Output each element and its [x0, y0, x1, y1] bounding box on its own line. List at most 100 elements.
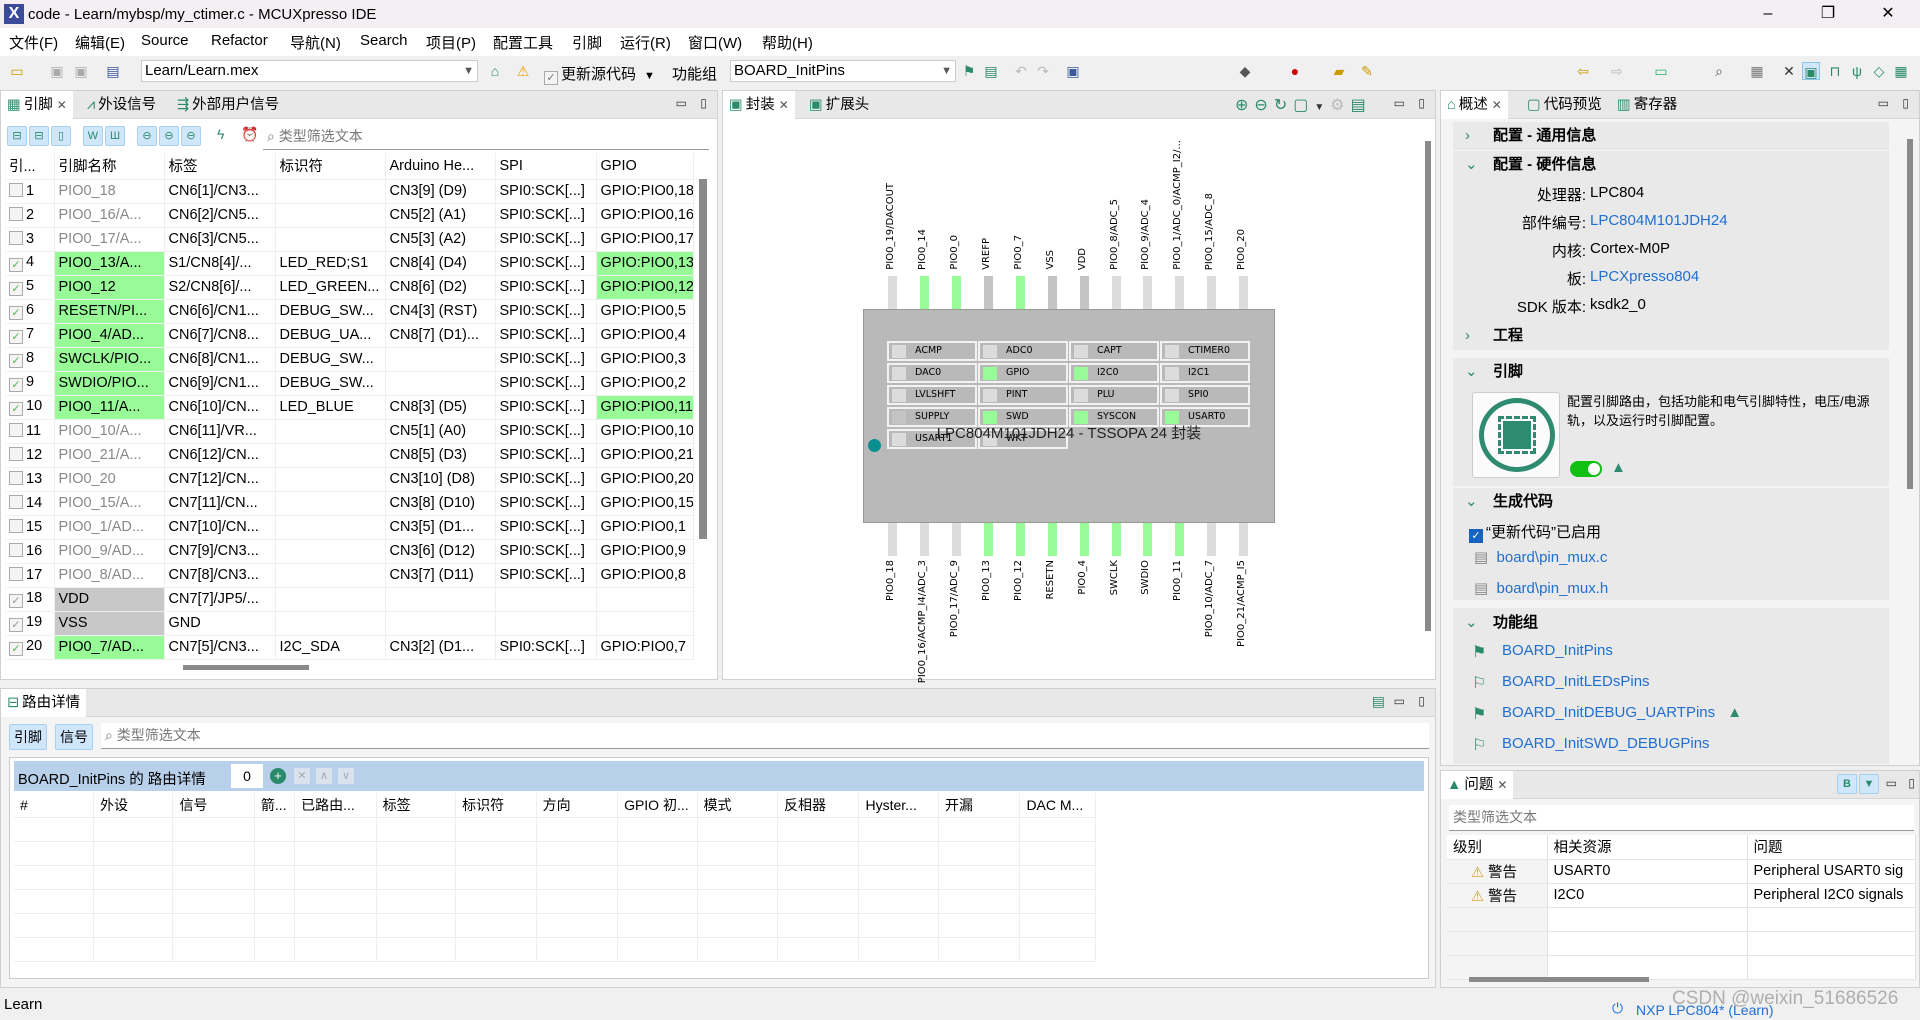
- pin-gpio[interactable]: GPIO:PIO0,20: [596, 467, 694, 492]
- pin-checkbox[interactable]: [9, 447, 23, 461]
- undo-icon[interactable]: ↶: [1012, 62, 1030, 80]
- menu-project[interactable]: 项目(P): [426, 32, 476, 53]
- open-icon[interactable]: ▰: [1330, 62, 1348, 80]
- peripheral-lvlshft[interactable]: LVLSHFT: [887, 385, 977, 405]
- filter-icon[interactable]: ▼: [1859, 774, 1879, 794]
- table-row[interactable]: 15 PIO0_1/AD... CN7[10]/CN... CN3[5] (D1...…: [5, 515, 694, 540]
- menu-pins[interactable]: 引脚: [572, 32, 602, 53]
- route-out-icon[interactable]: ⊖: [159, 126, 179, 146]
- move-up-icon[interactable]: ∧: [316, 768, 332, 784]
- hardware-value[interactable]: LPCXpresso804: [1590, 268, 1699, 285]
- pin-spi[interactable]: SPI0:SCK[...]: [495, 491, 597, 516]
- tab-external-user-signals[interactable]: ⇶ 外部用户信号: [171, 91, 285, 119]
- pin-spi[interactable]: SPI0:SCK[...]: [495, 467, 597, 492]
- table-row[interactable]: ✓ 19 VSS GND: [5, 611, 694, 636]
- pin-arduino[interactable]: [385, 347, 496, 372]
- package-pin[interactable]: [1080, 276, 1089, 309]
- pin-checkbox[interactable]: ✓: [9, 642, 23, 656]
- table-row[interactable]: ✓ 10 PIO0_11/A... CN6[10]/CN... LED_BLUE CN8[…: [5, 395, 694, 420]
- column-header[interactable]: 标签: [376, 793, 457, 818]
- package-pin[interactable]: [1175, 523, 1184, 556]
- tab-peripheral-signals[interactable]: ⩘ 外设信号: [81, 91, 162, 119]
- column-header[interactable]: 标识符: [455, 793, 537, 818]
- table-row[interactable]: ✓ 9 SWDIO/PIO... CN6[9]/CN1... DEBUG_SW... SP…: [5, 371, 694, 396]
- pin-arduino[interactable]: CN3[5] (D1...: [385, 515, 496, 540]
- config-file-combo[interactable]: Learn/Learn.mex ▼: [141, 60, 478, 82]
- menu-refactor[interactable]: Refactor: [211, 32, 268, 49]
- pin-gpio[interactable]: GPIO:PIO0,17: [596, 227, 694, 252]
- menu-search[interactable]: Search: [360, 32, 408, 49]
- pin-gpio[interactable]: [596, 611, 694, 636]
- peripheral-pint[interactable]: PINT: [978, 385, 1068, 405]
- table-row[interactable]: 17 PIO0_8/AD... CN7[8]/CN3... CN3[7] (D11) S…: [5, 563, 694, 588]
- peripheral-dac0[interactable]: DAC0: [887, 363, 977, 383]
- package-pins-icon[interactable]: ▯: [51, 126, 71, 146]
- section-project[interactable]: › 工程: [1453, 322, 1889, 350]
- package-pin[interactable]: [1239, 523, 1248, 556]
- pin-spi[interactable]: SPI0:SCK[...]: [495, 443, 597, 468]
- column-header[interactable]: GPIO 初...: [617, 793, 698, 818]
- pin-gpio[interactable]: GPIO:PIO0,10: [596, 419, 694, 444]
- pin-checkbox[interactable]: [9, 519, 23, 533]
- menu-edit[interactable]: 编辑(E): [75, 32, 125, 53]
- maximize-icon[interactable]: ▯: [1418, 694, 1425, 708]
- column-header[interactable]: 相关资源: [1547, 835, 1748, 860]
- package-pin[interactable]: [1016, 523, 1025, 556]
- pin-gpio[interactable]: GPIO:PIO0,3: [596, 347, 694, 372]
- maximize-icon[interactable]: ▯: [1418, 96, 1425, 110]
- hardware-value[interactable]: LPC804M101JDH24: [1590, 212, 1728, 229]
- move-down-icon[interactable]: ∨: [338, 768, 354, 784]
- menu-source[interactable]: Source: [141, 32, 189, 49]
- signals-toggle-button[interactable]: 信号: [55, 724, 93, 750]
- menu-config-tools[interactable]: 配置工具: [493, 32, 553, 53]
- table-row[interactable]: 1 PIO0_18 CN6[1]/CN3... CN3[9] (D9) SPI0:SCK…: [5, 179, 694, 204]
- forward-icon[interactable]: ⇨: [1608, 62, 1626, 80]
- table-row[interactable]: ✓ 20 PIO0_7/AD... CN7[5]/CN3... I2C_SDA CN3[2…: [5, 635, 694, 660]
- tab-code-preview[interactable]: ▢ 代码预览: [1521, 91, 1608, 119]
- column-header[interactable]: SPI: [495, 153, 597, 180]
- file-link[interactable]: board\pin_mux.c: [1497, 549, 1608, 566]
- file-link[interactable]: board\pin_mux.h: [1497, 580, 1609, 597]
- table-row[interactable]: 12 PIO0_21/A... CN6[12]/CN... CN8[5] (D3) SP…: [5, 443, 694, 468]
- pin-arduino[interactable]: CN5[1] (A0): [385, 419, 496, 444]
- pin-checkbox[interactable]: [9, 543, 23, 557]
- chevron-down-icon[interactable]: ▼: [1314, 102, 1330, 113]
- column-header[interactable]: 引脚名称: [54, 153, 165, 180]
- tab-package[interactable]: ▣ 封装 ✕: [723, 91, 795, 119]
- column-header[interactable]: 外设: [93, 793, 174, 818]
- pins-table-vscrollbar[interactable]: [699, 179, 707, 539]
- maximize-icon[interactable]: ▯: [1902, 96, 1909, 110]
- update-code-enabled[interactable]: ✓ “更新代码”已启用: [1469, 521, 1601, 543]
- package-pin[interactable]: [1080, 523, 1089, 556]
- binary-icon[interactable]: ▤: [104, 62, 122, 80]
- pin-arduino[interactable]: CN8[5] (D3): [385, 443, 496, 468]
- package-pin[interactable]: [920, 523, 929, 556]
- back-icon[interactable]: ⇦: [1574, 62, 1592, 80]
- package-pin[interactable]: [888, 276, 897, 309]
- function-group-link[interactable]: BOARD_InitPins: [1502, 642, 1613, 659]
- file-pin-mux-c[interactable]: ▤ board\pin_mux.c: [1474, 548, 1607, 566]
- package-pin[interactable]: [1112, 276, 1121, 309]
- pin-arduino[interactable]: [385, 587, 496, 612]
- pin-checkbox[interactable]: ✓: [9, 354, 23, 368]
- pin-gpio[interactable]: GPIO:PIO0,9: [596, 539, 694, 564]
- section-function-groups[interactable]: ⌄ 功能组: [1453, 609, 1889, 637]
- peripheral-spi0[interactable]: SPI0: [1160, 385, 1250, 405]
- list-icon[interactable]: ▤: [982, 62, 1000, 80]
- close-icon[interactable]: ✕: [779, 98, 789, 112]
- pin-checkbox[interactable]: [9, 567, 23, 581]
- pins-filter-input[interactable]: ⌕ 类型筛选文本: [263, 124, 709, 150]
- view-menu-icon[interactable]: ▤: [1372, 693, 1385, 710]
- pin-spi[interactable]: SPI0:SCK[...]: [495, 347, 597, 372]
- close-icon[interactable]: ✕: [1492, 98, 1502, 112]
- pin-spi[interactable]: SPI0:SCK[...]: [495, 371, 597, 396]
- pin-spi[interactable]: [495, 587, 597, 612]
- tab-problems[interactable]: ▲ 问题 ✕: [1441, 771, 1514, 799]
- pin-checkbox[interactable]: ✓: [9, 258, 23, 272]
- new-window-icon[interactable]: ▭: [1652, 62, 1670, 80]
- shield-icon[interactable]: ◇: [1870, 62, 1888, 80]
- new-icon[interactable]: ▭: [8, 62, 26, 80]
- problem-row[interactable]: ⚠ 警告 I2C0 Peripheral I2C0 signals: [1447, 883, 1916, 908]
- function-group-link[interactable]: BOARD_InitDEBUG_UARTPins ▲: [1502, 704, 1742, 721]
- package-pin[interactable]: [1143, 523, 1152, 556]
